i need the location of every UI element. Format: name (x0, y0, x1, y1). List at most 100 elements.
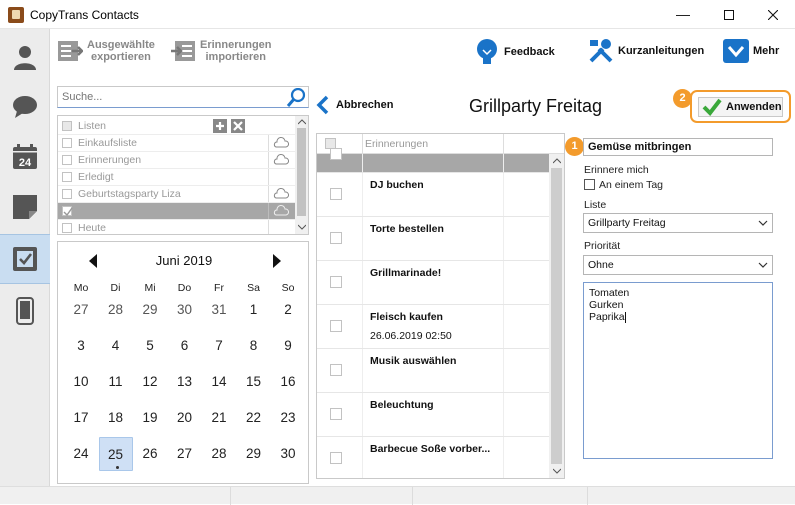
calendar-day[interactable]: 10 (64, 365, 98, 399)
list-checkbox[interactable] (62, 223, 72, 233)
cloud-icon (273, 154, 289, 165)
reminder-name-field[interactable]: Gemüse mitbringen (583, 138, 773, 156)
reminder-row[interactable]: Barbecue Soße vorber... (317, 437, 549, 478)
list-checkbox-checked[interactable] (62, 206, 73, 217)
reminder-row-selected[interactable] (317, 148, 549, 173)
calendar-day[interactable]: 1 (237, 293, 271, 327)
minimize-button[interactable]: — (660, 0, 706, 29)
nav-reminders[interactable] (0, 234, 50, 284)
lists-scroll-thumb[interactable] (297, 128, 306, 216)
calendar-day[interactable]: 12 (133, 365, 167, 399)
delete-list-icon[interactable] (231, 119, 245, 133)
calendar-day[interactable]: 21 (202, 401, 236, 435)
scroll-up-icon[interactable] (553, 158, 561, 164)
list-checkbox[interactable] (62, 189, 72, 199)
list-item-selected[interactable] (58, 203, 296, 220)
priority-select[interactable]: Ohne (583, 255, 773, 275)
calendar-day[interactable]: 6 (168, 329, 202, 363)
list-checkbox[interactable] (62, 138, 72, 148)
calendar-day[interactable]: 28 (202, 437, 236, 471)
calendar-day[interactable]: 29 (133, 293, 167, 327)
scroll-up-icon[interactable] (298, 119, 306, 125)
notes-textarea[interactable]: Tomaten Gurken Paprika (583, 282, 773, 459)
calendar-day[interactable]: 16 (271, 365, 305, 399)
nav-messages[interactable] (0, 82, 50, 132)
reminder-row[interactable]: DJ buchen (317, 173, 549, 217)
reminder-checkbox[interactable] (330, 276, 342, 288)
calendar-day[interactable]: 8 (237, 329, 271, 363)
calendar-day[interactable]: 19 (133, 401, 167, 435)
nav-calendar[interactable]: 24 (0, 132, 50, 182)
calendar-day[interactable]: 5 (133, 329, 167, 363)
list-select[interactable]: Grillparty Freitag (583, 213, 773, 233)
reminders-scroll-thumb[interactable] (551, 168, 562, 464)
calendar-day[interactable]: 29 (237, 437, 271, 471)
tutorials-button[interactable]: Kurzanleitungen (588, 38, 704, 64)
calendar-day[interactable]: 22 (237, 401, 271, 435)
scroll-down-icon[interactable] (298, 224, 306, 230)
reminder-checkbox[interactable] (330, 148, 342, 160)
reminder-checkbox[interactable] (330, 320, 342, 332)
on-day-checkbox[interactable] (584, 179, 595, 190)
calendar-day[interactable]: 11 (99, 365, 133, 399)
apply-button[interactable]: Anwenden (698, 97, 783, 117)
list-checkbox[interactable] (62, 155, 72, 165)
calendar-day[interactable]: 26 (133, 437, 167, 471)
more-button[interactable]: Mehr (723, 38, 779, 64)
reminder-checkbox[interactable] (330, 364, 342, 376)
calendar-day[interactable]: 23 (271, 401, 305, 435)
calendar-day[interactable]: 28 (99, 293, 133, 327)
scroll-down-icon[interactable] (553, 468, 561, 474)
cancel-button[interactable]: Abbrechen (316, 95, 393, 115)
reminder-checkbox[interactable] (330, 232, 342, 244)
add-list-icon[interactable] (213, 119, 227, 133)
list-item[interactable]: Erledigt (58, 169, 296, 186)
calendar-day[interactable]: 27 (168, 437, 202, 471)
reminder-row[interactable]: Torte bestellen (317, 217, 549, 261)
step-badge-1: 1 (565, 137, 584, 156)
calendar-day[interactable]: 13 (168, 365, 202, 399)
calendar-day[interactable]: 24 (64, 437, 98, 471)
nav-contacts[interactable] (0, 32, 50, 82)
calendar-day[interactable]: 3 (64, 329, 98, 363)
import-reminders-button[interactable]: Erinnerungen importieren (170, 38, 272, 64)
calendar-day[interactable]: 17 (64, 401, 98, 435)
reminders-scrollbar[interactable] (549, 154, 564, 478)
reminder-checkbox[interactable] (330, 408, 342, 420)
calendar-day[interactable]: 9 (271, 329, 305, 363)
calendar-day[interactable]: 20 (168, 401, 202, 435)
list-checkbox[interactable] (62, 172, 72, 182)
lists-scrollbar[interactable] (295, 116, 308, 234)
calendar-day[interactable]: 30 (271, 437, 305, 471)
next-month-icon[interactable] (272, 254, 282, 268)
calendar-day[interactable]: 2 (271, 293, 305, 327)
feedback-button[interactable]: Feedback (474, 38, 555, 66)
select-all-lists-checkbox[interactable] (62, 121, 72, 131)
calendar-day[interactable]: 18 (99, 401, 133, 435)
nav-notes[interactable] (0, 182, 50, 232)
reminder-checkbox[interactable] (330, 452, 342, 464)
calendar-day-today[interactable]: 25 (98, 437, 133, 471)
calendar-day[interactable]: 30 (168, 293, 202, 327)
calendar-day[interactable]: 7 (202, 329, 236, 363)
reminder-row[interactable]: Musik auswählen (317, 349, 549, 393)
search-input[interactable] (58, 87, 278, 107)
maximize-button[interactable] (706, 0, 752, 29)
calendar-day[interactable]: 4 (99, 329, 133, 363)
list-item[interactable]: Heute (58, 220, 296, 234)
reminder-row[interactable]: Beleuchtung (317, 393, 549, 437)
search-icon[interactable] (286, 88, 306, 107)
close-button[interactable] (750, 0, 795, 29)
list-item[interactable]: Erinnerungen (58, 152, 296, 169)
reminder-row[interactable]: Fleisch kaufen 26.06.2019 02:50 (317, 305, 549, 349)
reminder-checkbox[interactable] (330, 188, 342, 200)
export-selected-button[interactable]: Ausgewählte exportieren (57, 38, 155, 64)
calendar-day[interactable]: 14 (202, 365, 236, 399)
calendar-day[interactable]: 15 (237, 365, 271, 399)
list-item[interactable]: Geburtstagsparty Liza (58, 186, 296, 203)
list-item[interactable]: Einkaufsliste (58, 135, 296, 152)
calendar-day[interactable]: 31 (202, 293, 236, 327)
reminder-row[interactable]: Grillmarinade! (317, 261, 549, 305)
calendar-day[interactable]: 27 (64, 293, 98, 327)
nav-device[interactable] (0, 286, 50, 336)
